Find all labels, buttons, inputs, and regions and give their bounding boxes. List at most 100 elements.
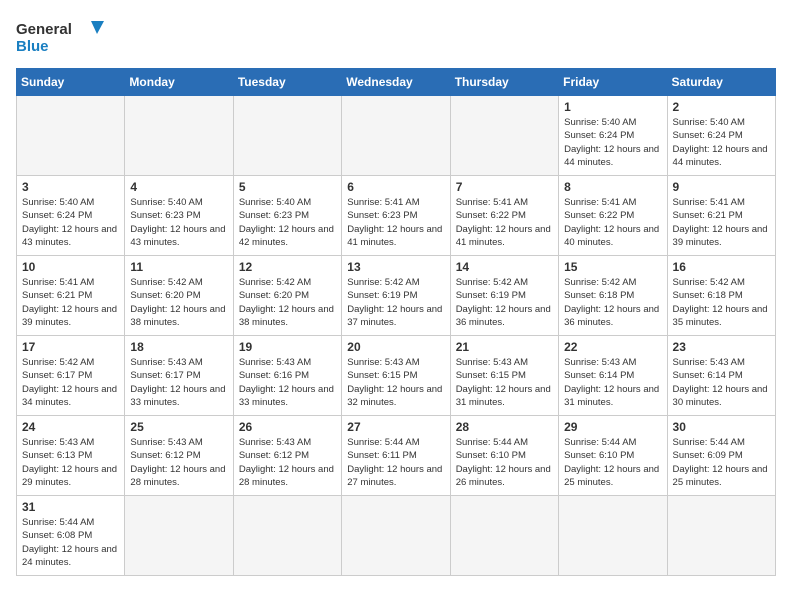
day-number: 17 bbox=[22, 340, 119, 354]
calendar-cell: 12 Sunrise: 5:42 AMSunset: 6:20 PMDayligh… bbox=[233, 256, 341, 336]
day-number: 24 bbox=[22, 420, 119, 434]
day-sun-info: Sunrise: 5:42 AMSunset: 6:18 PMDaylight:… bbox=[564, 276, 661, 329]
day-sun-info: Sunrise: 5:42 AMSunset: 6:20 PMDaylight:… bbox=[239, 276, 336, 329]
calendar-body: 1 Sunrise: 5:40 AMSunset: 6:24 PMDaylight… bbox=[17, 96, 776, 576]
day-number: 23 bbox=[673, 340, 770, 354]
calendar-cell bbox=[450, 496, 558, 576]
day-sun-info: Sunrise: 5:43 AMSunset: 6:15 PMDaylight:… bbox=[347, 356, 444, 409]
day-sun-info: Sunrise: 5:42 AMSunset: 6:17 PMDaylight:… bbox=[22, 356, 119, 409]
calendar-cell: 11Sunrise: 5:42 AMSunset: 6:20 PMDayligh… bbox=[125, 256, 233, 336]
day-number: 12 bbox=[239, 260, 336, 274]
day-number: 10 bbox=[22, 260, 119, 274]
day-sun-info: Sunrise: 5:43 AMSunset: 6:15 PMDaylight:… bbox=[456, 356, 553, 409]
day-sun-info: Sunrise: 5:42 AMSunset: 6:18 PMDaylight:… bbox=[673, 276, 770, 329]
calendar-cell: 6 Sunrise: 5:41 AMSunset: 6:23 PMDaylight… bbox=[342, 176, 450, 256]
calendar-cell bbox=[125, 96, 233, 176]
calendar-cell bbox=[342, 96, 450, 176]
calendar-cell: 18 Sunrise: 5:43 AMSunset: 6:17 PMDayligh… bbox=[125, 336, 233, 416]
calendar-cell: 13Sunrise: 5:42 AMSunset: 6:19 PMDayligh… bbox=[342, 256, 450, 336]
day-sun-info: Sunrise: 5:40 AMSunset: 6:23 PMDaylight:… bbox=[130, 196, 227, 249]
day-sun-info: Sunrise: 5:43 AMSunset: 6:14 PMDaylight:… bbox=[564, 356, 661, 409]
day-number: 31 bbox=[22, 500, 119, 514]
days-header-row: Sunday Monday Tuesday Wednesday Thursday… bbox=[17, 69, 776, 96]
calendar-week-row: 31 Sunrise: 5:44 AMSunset: 6:08 PMDayligh… bbox=[17, 496, 776, 576]
day-sun-info: Sunrise: 5:43 AMSunset: 6:17 PMDaylight:… bbox=[130, 356, 227, 409]
day-number: 7 bbox=[456, 180, 553, 194]
day-sun-info: Sunrise: 5:43 AMSunset: 6:12 PMDaylight:… bbox=[130, 436, 227, 489]
header-friday: Friday bbox=[559, 69, 667, 96]
day-number: 4 bbox=[130, 180, 227, 194]
day-sun-info: Sunrise: 5:44 AMSunset: 6:11 PMDaylight:… bbox=[347, 436, 444, 489]
day-sun-info: Sunrise: 5:43 AMSunset: 6:13 PMDaylight:… bbox=[22, 436, 119, 489]
day-sun-info: Sunrise: 5:41 AMSunset: 6:21 PMDaylight:… bbox=[673, 196, 770, 249]
day-sun-info: Sunrise: 5:40 AMSunset: 6:24 PMDaylight:… bbox=[22, 196, 119, 249]
header-tuesday: Tuesday bbox=[233, 69, 341, 96]
calendar-cell: 7 Sunrise: 5:41 AMSunset: 6:22 PMDaylight… bbox=[450, 176, 558, 256]
calendar-cell: 20 Sunrise: 5:43 AMSunset: 6:15 PMDayligh… bbox=[342, 336, 450, 416]
calendar-cell bbox=[233, 96, 341, 176]
calendar-cell bbox=[233, 496, 341, 576]
svg-text:Blue: Blue bbox=[16, 38, 49, 55]
calendar-cell: 17 Sunrise: 5:42 AMSunset: 6:17 PMDayligh… bbox=[17, 336, 125, 416]
day-sun-info: Sunrise: 5:43 AMSunset: 6:12 PMDaylight:… bbox=[239, 436, 336, 489]
calendar-cell: 21Sunrise: 5:43 AMSunset: 6:15 PMDayligh… bbox=[450, 336, 558, 416]
calendar-cell: 19Sunrise: 5:43 AMSunset: 6:16 PMDayligh… bbox=[233, 336, 341, 416]
calendar-cell: 2 Sunrise: 5:40 AMSunset: 6:24 PMDaylight… bbox=[667, 96, 775, 176]
day-sun-info: Sunrise: 5:42 AMSunset: 6:20 PMDaylight:… bbox=[130, 276, 227, 329]
day-number: 6 bbox=[347, 180, 444, 194]
svg-text:General: General bbox=[16, 21, 72, 38]
day-number: 5 bbox=[239, 180, 336, 194]
day-number: 1 bbox=[564, 100, 661, 114]
day-sun-info: Sunrise: 5:44 AMSunset: 6:08 PMDaylight:… bbox=[22, 516, 119, 569]
calendar-cell: 26 Sunrise: 5:43 AMSunset: 6:12 PMDayligh… bbox=[233, 416, 341, 496]
day-sun-info: Sunrise: 5:41 AMSunset: 6:22 PMDaylight:… bbox=[564, 196, 661, 249]
calendar-cell: 22Sunrise: 5:43 AMSunset: 6:14 PMDayligh… bbox=[559, 336, 667, 416]
calendar-cell: 10 Sunrise: 5:41 AMSunset: 6:21 PMDayligh… bbox=[17, 256, 125, 336]
day-number: 18 bbox=[130, 340, 227, 354]
day-number: 14 bbox=[456, 260, 553, 274]
day-sun-info: Sunrise: 5:44 AMSunset: 6:10 PMDaylight:… bbox=[456, 436, 553, 489]
day-number: 15 bbox=[564, 260, 661, 274]
calendar-cell bbox=[342, 496, 450, 576]
day-sun-info: Sunrise: 5:42 AMSunset: 6:19 PMDaylight:… bbox=[456, 276, 553, 329]
day-number: 28 bbox=[456, 420, 553, 434]
calendar-cell: 1 Sunrise: 5:40 AMSunset: 6:24 PMDaylight… bbox=[559, 96, 667, 176]
logo-svg: General Blue bbox=[16, 16, 106, 56]
calendar-cell: 15 Sunrise: 5:42 AMSunset: 6:18 PMDayligh… bbox=[559, 256, 667, 336]
day-sun-info: Sunrise: 5:43 AMSunset: 6:14 PMDaylight:… bbox=[673, 356, 770, 409]
calendar-cell bbox=[125, 496, 233, 576]
day-number: 9 bbox=[673, 180, 770, 194]
calendar-cell: 5 Sunrise: 5:40 AMSunset: 6:23 PMDaylight… bbox=[233, 176, 341, 256]
day-sun-info: Sunrise: 5:41 AMSunset: 6:22 PMDaylight:… bbox=[456, 196, 553, 249]
day-number: 25 bbox=[130, 420, 227, 434]
calendar-cell: 25 Sunrise: 5:43 AMSunset: 6:12 PMDayligh… bbox=[125, 416, 233, 496]
day-sun-info: Sunrise: 5:41 AMSunset: 6:23 PMDaylight:… bbox=[347, 196, 444, 249]
calendar-cell bbox=[17, 96, 125, 176]
calendar-week-row: 1 Sunrise: 5:40 AMSunset: 6:24 PMDaylight… bbox=[17, 96, 776, 176]
day-number: 19 bbox=[239, 340, 336, 354]
calendar-cell: 29Sunrise: 5:44 AMSunset: 6:10 PMDayligh… bbox=[559, 416, 667, 496]
calendar-week-row: 10 Sunrise: 5:41 AMSunset: 6:21 PMDayligh… bbox=[17, 256, 776, 336]
day-number: 26 bbox=[239, 420, 336, 434]
calendar-cell: 28 Sunrise: 5:44 AMSunset: 6:10 PMDayligh… bbox=[450, 416, 558, 496]
day-sun-info: Sunrise: 5:42 AMSunset: 6:19 PMDaylight:… bbox=[347, 276, 444, 329]
day-number: 27 bbox=[347, 420, 444, 434]
day-number: 20 bbox=[347, 340, 444, 354]
calendar-cell bbox=[450, 96, 558, 176]
day-number: 2 bbox=[673, 100, 770, 114]
calendar-table: Sunday Monday Tuesday Wednesday Thursday… bbox=[16, 68, 776, 576]
day-sun-info: Sunrise: 5:41 AMSunset: 6:21 PMDaylight:… bbox=[22, 276, 119, 329]
day-sun-info: Sunrise: 5:40 AMSunset: 6:23 PMDaylight:… bbox=[239, 196, 336, 249]
day-sun-info: Sunrise: 5:40 AMSunset: 6:24 PMDaylight:… bbox=[564, 116, 661, 169]
calendar-cell: 23 Sunrise: 5:43 AMSunset: 6:14 PMDayligh… bbox=[667, 336, 775, 416]
calendar-cell: 14 Sunrise: 5:42 AMSunset: 6:19 PMDayligh… bbox=[450, 256, 558, 336]
calendar-cell: 31 Sunrise: 5:44 AMSunset: 6:08 PMDayligh… bbox=[17, 496, 125, 576]
calendar-cell: 8Sunrise: 5:41 AMSunset: 6:22 PMDaylight… bbox=[559, 176, 667, 256]
calendar-cell: 27 Sunrise: 5:44 AMSunset: 6:11 PMDayligh… bbox=[342, 416, 450, 496]
day-number: 29 bbox=[564, 420, 661, 434]
calendar-week-row: 3Sunrise: 5:40 AMSunset: 6:24 PMDaylight… bbox=[17, 176, 776, 256]
page-header: General Blue bbox=[16, 16, 776, 56]
header-wednesday: Wednesday bbox=[342, 69, 450, 96]
day-sun-info: Sunrise: 5:40 AMSunset: 6:24 PMDaylight:… bbox=[673, 116, 770, 169]
calendar-cell: 9 Sunrise: 5:41 AMSunset: 6:21 PMDaylight… bbox=[667, 176, 775, 256]
